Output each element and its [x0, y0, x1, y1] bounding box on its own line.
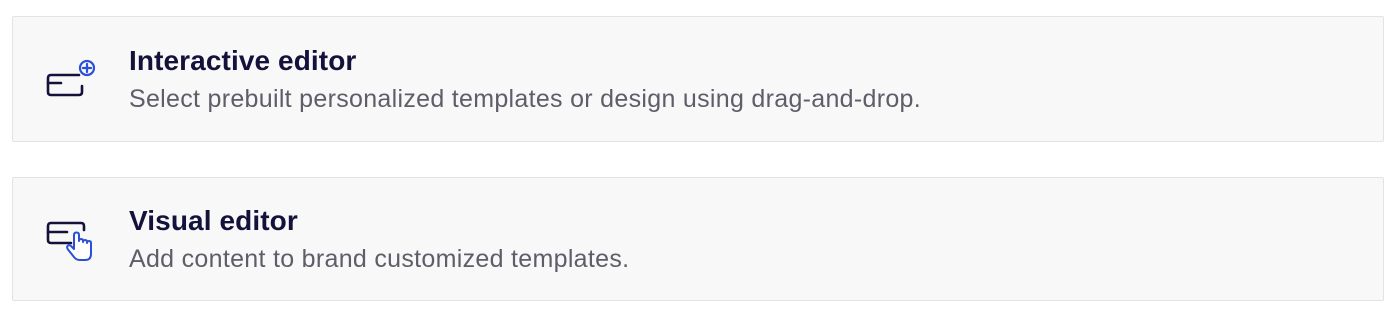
icon-container [13, 17, 129, 141]
option-description: Select prebuilt personalized templates o… [129, 85, 921, 113]
option-title: Interactive editor [129, 45, 357, 76]
editor-selection-page: Interactive editor Select prebuilt perso… [0, 0, 1400, 317]
interactive-editor-option[interactable]: Interactive editor Select prebuilt perso… [12, 16, 1384, 142]
option-text: Interactive editor Select prebuilt perso… [129, 44, 921, 114]
editor-add-icon [46, 59, 96, 97]
editor-pointer-icon [46, 221, 92, 261]
option-description: Add content to brand customized template… [129, 245, 630, 273]
option-text: Visual editor Add content to brand custo… [129, 204, 629, 274]
icon-container [13, 178, 129, 300]
visual-editor-option[interactable]: Visual editor Add content to brand custo… [12, 177, 1384, 301]
option-title: Visual editor [129, 205, 298, 236]
